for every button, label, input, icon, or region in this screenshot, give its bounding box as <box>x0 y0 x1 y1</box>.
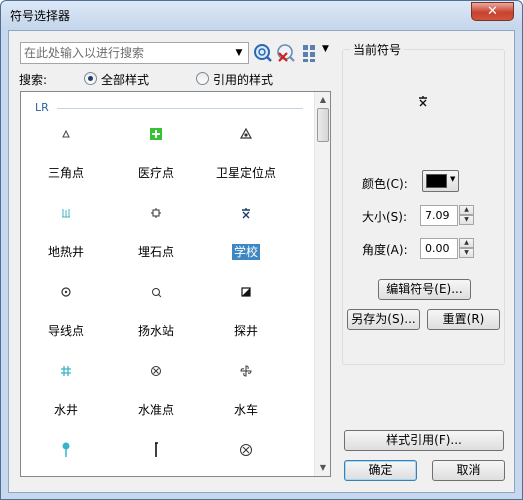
symbol-label: 水准点 <box>137 403 174 417</box>
school-icon <box>232 201 260 225</box>
symbol-label-selected: 学校 <box>231 244 260 260</box>
size-field[interactable]: 7.09 <box>420 205 458 226</box>
search-input[interactable] <box>21 43 231 63</box>
angle-spinner[interactable]: ▲ ▼ <box>459 238 474 259</box>
view-dropdown-icon[interactable]: ▼ <box>322 44 329 54</box>
symbol-item[interactable]: 埋石点 <box>111 201 201 261</box>
symbol-item[interactable]: 卫星定位点 <box>201 122 291 182</box>
symbol-selector-dialog: 符号选择器 ✕ ▼ ▼ 搜索: 全部样式 引用的 <box>0 0 523 500</box>
scroll-up-icon[interactable]: ▲ <box>315 92 330 108</box>
traverse-point-icon <box>52 280 80 304</box>
symbol-item[interactable]: 三角点 <box>21 122 111 182</box>
symbol-item[interactable] <box>21 438 111 476</box>
benchmark-icon <box>142 359 170 383</box>
angle-value: 0.00 <box>425 242 450 255</box>
size-value: 7.09 <box>425 209 450 222</box>
view-options-icon[interactable] <box>301 43 321 63</box>
close-icon: ✕ <box>487 4 498 19</box>
size-spinner[interactable]: ▲ ▼ <box>459 205 474 226</box>
window-title: 符号选择器 <box>10 9 71 23</box>
chevron-down-icon[interactable]: ▼ <box>232 46 246 60</box>
symbol-item[interactable] <box>111 438 201 476</box>
symbol-item[interactable]: 水车 <box>201 359 291 419</box>
symbol-label: 三角点 <box>47 166 84 180</box>
clear-search-icon[interactable] <box>276 43 296 63</box>
radio-all-styles[interactable] <box>84 72 97 85</box>
radio-referenced-styles-label[interactable]: 引用的样式 <box>213 71 273 88</box>
pumping-station-icon <box>142 280 170 304</box>
symbol-item[interactable] <box>201 438 291 476</box>
symbol-list-scrollbar[interactable]: ▲ ▼ <box>314 92 330 476</box>
scroll-thumb[interactable] <box>317 108 329 142</box>
symbol-label: 水井 <box>53 403 78 417</box>
title-bar[interactable]: 符号选择器 ✕ <box>1 1 522 29</box>
dialog-body: ▼ ▼ 搜索: 全部样式 引用的样式 LR <box>8 30 515 493</box>
group-label: LR <box>35 101 49 114</box>
geothermal-well-icon <box>52 201 80 225</box>
symbol-label: 医疗点 <box>137 166 174 180</box>
lamp-icon <box>52 438 80 462</box>
symbol-item[interactable]: 地热井 <box>21 201 111 261</box>
symbol-label: 埋石点 <box>137 245 174 259</box>
save-as-button[interactable]: 另存为(S)... <box>347 309 420 330</box>
size-label: 大小(S): <box>362 210 408 224</box>
gps-point-icon <box>232 122 260 146</box>
reset-button[interactable]: 重置(R) <box>427 309 500 330</box>
symbol-label: 导线点 <box>47 324 84 338</box>
angle-label: 角度(A): <box>362 243 408 257</box>
exploration-well-icon <box>232 280 260 304</box>
search-combo[interactable]: ▼ <box>20 42 249 64</box>
symbol-label: 地热井 <box>47 245 84 259</box>
spin-up-icon[interactable]: ▲ <box>459 205 474 215</box>
pole-icon <box>142 438 170 462</box>
symbol-item[interactable]: 扬水站 <box>111 280 201 340</box>
radio-referenced-styles[interactable] <box>196 72 209 85</box>
symbol-label: 卫星定位点 <box>215 166 276 180</box>
current-symbol-preview-icon <box>419 96 427 107</box>
color-label: 颜色(C): <box>362 177 408 191</box>
cross-circle-icon <box>232 438 260 462</box>
style-references-button[interactable]: 样式引用(F)... <box>344 430 504 451</box>
ok-button[interactable]: 确定 <box>344 460 417 481</box>
group-divider <box>57 108 303 109</box>
search-scope-label: 搜索: <box>19 73 48 87</box>
medical-point-icon <box>142 122 170 146</box>
radio-all-styles-label[interactable]: 全部样式 <box>101 71 149 88</box>
spin-up-icon[interactable]: ▲ <box>459 238 474 248</box>
close-button[interactable]: ✕ <box>471 2 514 21</box>
angle-field[interactable]: 0.00 <box>420 238 458 259</box>
current-symbol-title: 当前符号 <box>350 41 405 58</box>
symbol-item[interactable]: 水井 <box>21 359 111 419</box>
symbol-list[interactable]: LR 三角点 医疗点 卫星定位点 地热井 埋石点 学校 导线点 扬水站 探井 水… <box>20 91 331 477</box>
symbol-item[interactable]: 导线点 <box>21 280 111 340</box>
triangle-point-icon <box>52 122 80 146</box>
spin-down-icon[interactable]: ▼ <box>459 215 474 225</box>
waterwheel-icon <box>232 359 260 383</box>
color-swatch <box>426 174 447 188</box>
symbol-item[interactable]: 水准点 <box>111 359 201 419</box>
symbol-label: 扬水站 <box>137 324 174 338</box>
symbol-item[interactable]: 学校 <box>201 201 291 261</box>
edit-symbol-button[interactable]: 编辑符号(E)... <box>378 279 471 300</box>
symbol-item[interactable]: 探井 <box>201 280 291 340</box>
cancel-button[interactable]: 取消 <box>432 460 505 481</box>
buried-stone-point-icon <box>142 201 170 225</box>
symbol-label: 探井 <box>233 324 258 338</box>
water-well-icon <box>52 359 80 383</box>
chevron-down-icon: ▼ <box>450 175 456 183</box>
symbol-label: 水车 <box>233 403 258 417</box>
spin-down-icon[interactable]: ▼ <box>459 248 474 258</box>
search-icon[interactable] <box>253 43 273 63</box>
symbol-item[interactable]: 医疗点 <box>111 122 201 182</box>
scroll-down-icon[interactable]: ▼ <box>315 460 330 476</box>
color-picker-button[interactable]: ▼ <box>422 170 459 192</box>
